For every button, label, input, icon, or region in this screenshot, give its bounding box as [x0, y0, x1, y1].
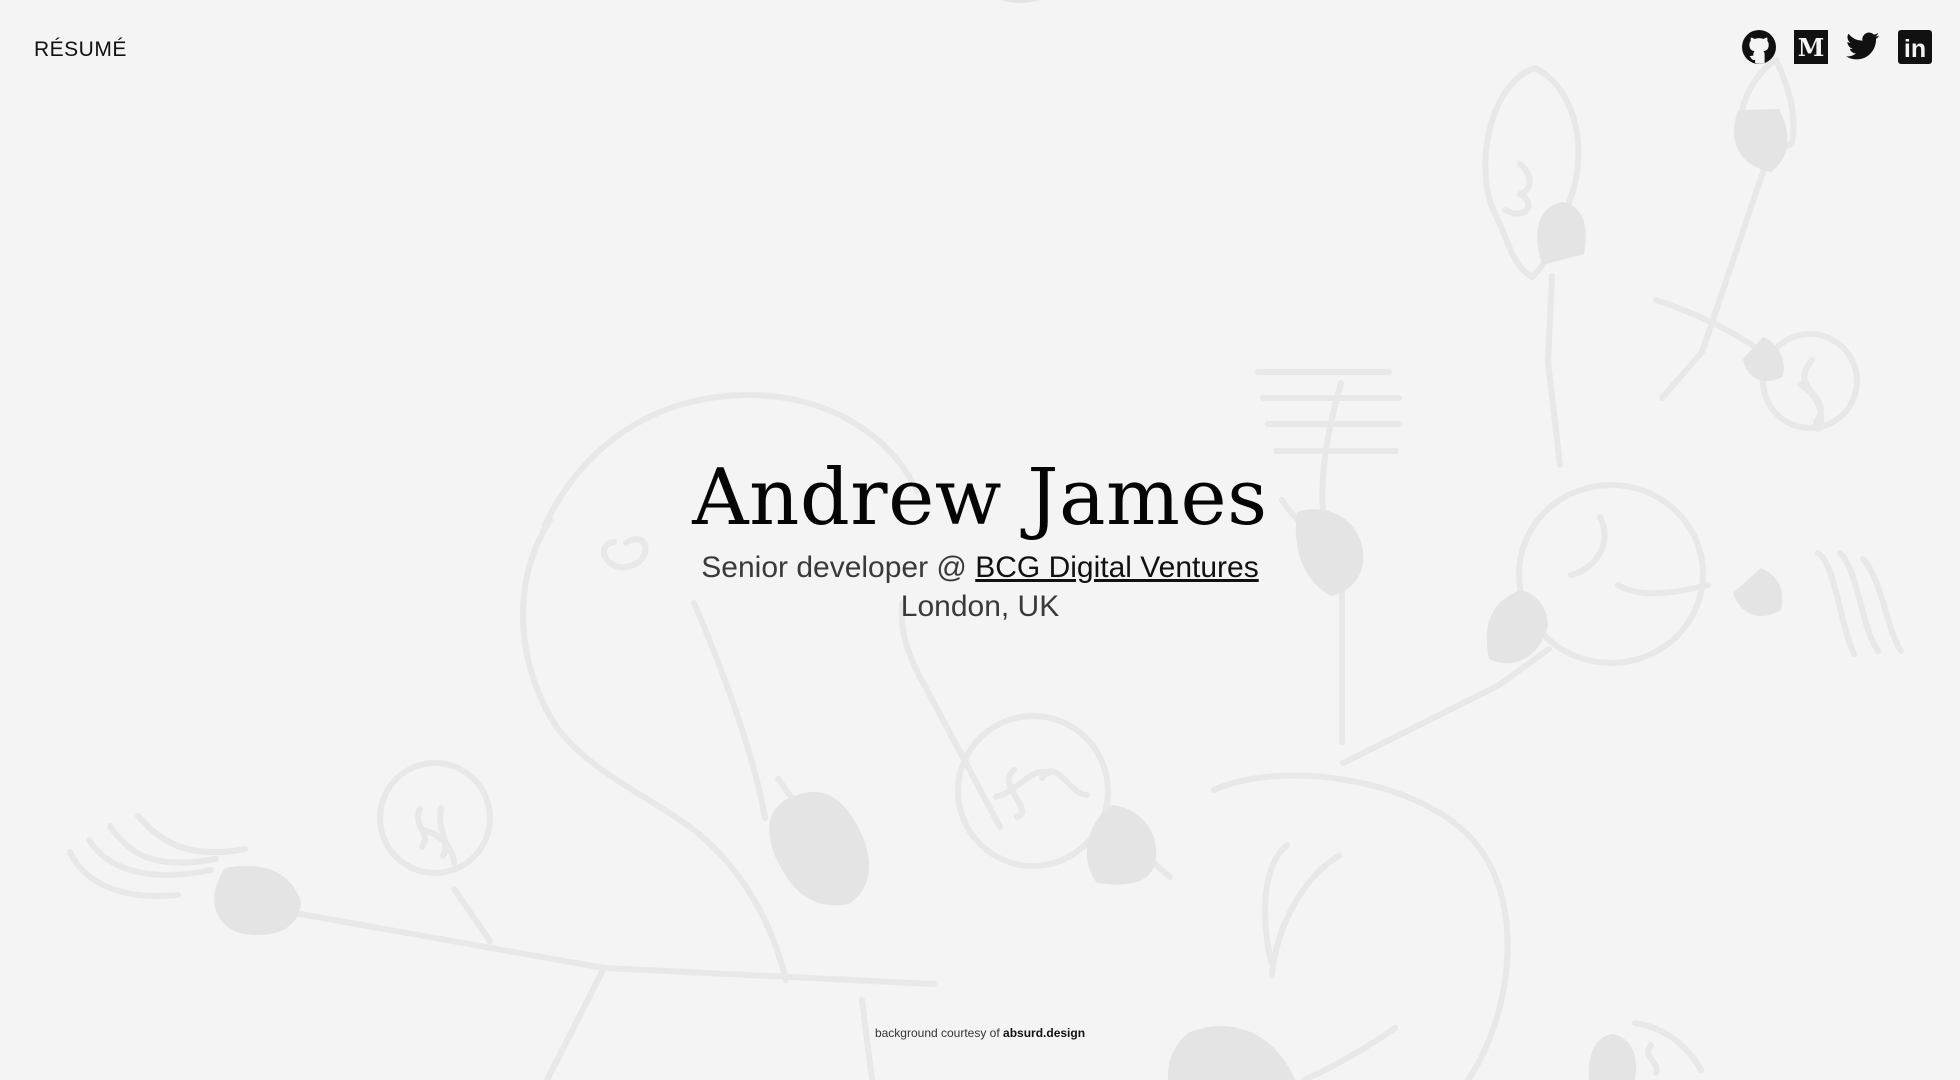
- profile-name: Andrew James: [692, 453, 1268, 543]
- resume-link[interactable]: RÉSUMÉ: [34, 37, 127, 63]
- twitter-icon: [1846, 32, 1880, 60]
- linkedin-icon: in: [1898, 30, 1932, 64]
- social-links: M in: [1740, 28, 1934, 66]
- github-icon: [1742, 30, 1776, 64]
- profile-hero: Andrew James Senior developer @ BCG Digi…: [0, 455, 1960, 627]
- company-link[interactable]: BCG Digital Ventures: [975, 551, 1258, 584]
- credit-text: background courtesy of: [874, 1026, 1004, 1040]
- linkedin-link[interactable]: in: [1896, 28, 1934, 66]
- background-credit: background courtesy of absurd.design: [0, 1026, 1960, 1040]
- absurd-design-link[interactable]: absurd.design: [1003, 1026, 1085, 1040]
- role-prefix: Senior developer @: [701, 551, 976, 584]
- portfolio-page: RÉSUMÉ M in Andrew James Senior develope…: [0, 0, 1960, 1080]
- github-link[interactable]: [1740, 28, 1778, 66]
- svg-text:in: in: [1904, 35, 1926, 63]
- job-title: Senior developer @ BCG Digital Ventures: [0, 549, 1960, 587]
- twitter-link[interactable]: [1844, 28, 1882, 66]
- medium-link[interactable]: M: [1792, 28, 1830, 66]
- svg-text:M: M: [1798, 33, 1825, 62]
- medium-icon: M: [1794, 30, 1828, 64]
- location: London, UK: [900, 590, 1060, 623]
